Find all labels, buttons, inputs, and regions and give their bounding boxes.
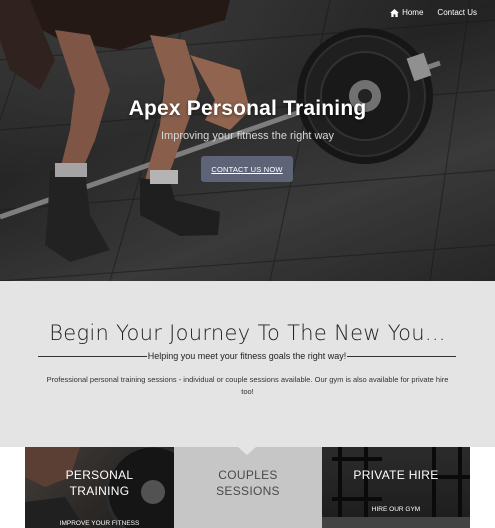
intro-tagline: Helping you meet your fitness goals the … xyxy=(147,351,347,361)
nav-home-label: Home xyxy=(402,8,424,17)
personal-training-tile[interactable]: PERSONAL TRAINING IMPROVE YOUR FITNESS xyxy=(25,447,174,528)
active-tile-pointer xyxy=(238,447,256,455)
improve-fitness-link[interactable]: IMPROVE YOUR FITNESS xyxy=(25,520,174,527)
services-grid: PERSONAL TRAINING IMPROVE YOUR FITNESS C… xyxy=(25,447,470,528)
tile-overlay xyxy=(322,447,470,528)
personal-training-title: PERSONAL TRAINING xyxy=(25,467,174,499)
tile-title-line: COUPLES xyxy=(218,468,278,482)
intro-description: Professional personal training sessions … xyxy=(46,375,449,396)
intro-heading: Begin Your Journey To The New You... xyxy=(49,321,446,345)
tagline-row: Helping you meet your fitness goals the … xyxy=(38,350,457,362)
tile-title-line: SESSIONS xyxy=(216,484,280,498)
nav-contact-link[interactable]: Contact Us xyxy=(437,8,477,17)
divider-left xyxy=(38,355,147,357)
tile-title-line: PRIVATE HIRE xyxy=(353,468,439,482)
home-icon xyxy=(390,8,400,17)
nav-contact-label: Contact Us xyxy=(437,8,477,17)
intro-section: Begin Your Journey To The New You... Hel… xyxy=(0,281,495,447)
hero-banner: Home Contact Us Apex Personal Training I… xyxy=(0,0,495,281)
private-hire-title: PRIVATE HIRE xyxy=(322,467,470,483)
private-hire-tile[interactable]: PRIVATE HIRE HIRE OUR GYM xyxy=(322,447,470,528)
nav-home-link[interactable]: Home xyxy=(390,8,423,17)
contact-us-button[interactable]: CONTACT US NOW xyxy=(201,156,293,182)
divider-right xyxy=(347,355,457,357)
hero-subtitle: Improving your fitness the right way xyxy=(160,130,335,142)
hire-our-gym-link[interactable]: HIRE OUR GYM xyxy=(322,506,470,513)
hero-title: Apex Personal Training xyxy=(128,97,367,120)
top-navigation: Home Contact Us xyxy=(390,8,477,17)
couples-sessions-title: COUPLES SESSIONS xyxy=(174,467,322,499)
tile-title-line: PERSONAL xyxy=(65,468,134,482)
couples-sessions-tile[interactable]: COUPLES SESSIONS xyxy=(174,447,322,528)
tile-title-line: TRAINING xyxy=(69,484,130,498)
